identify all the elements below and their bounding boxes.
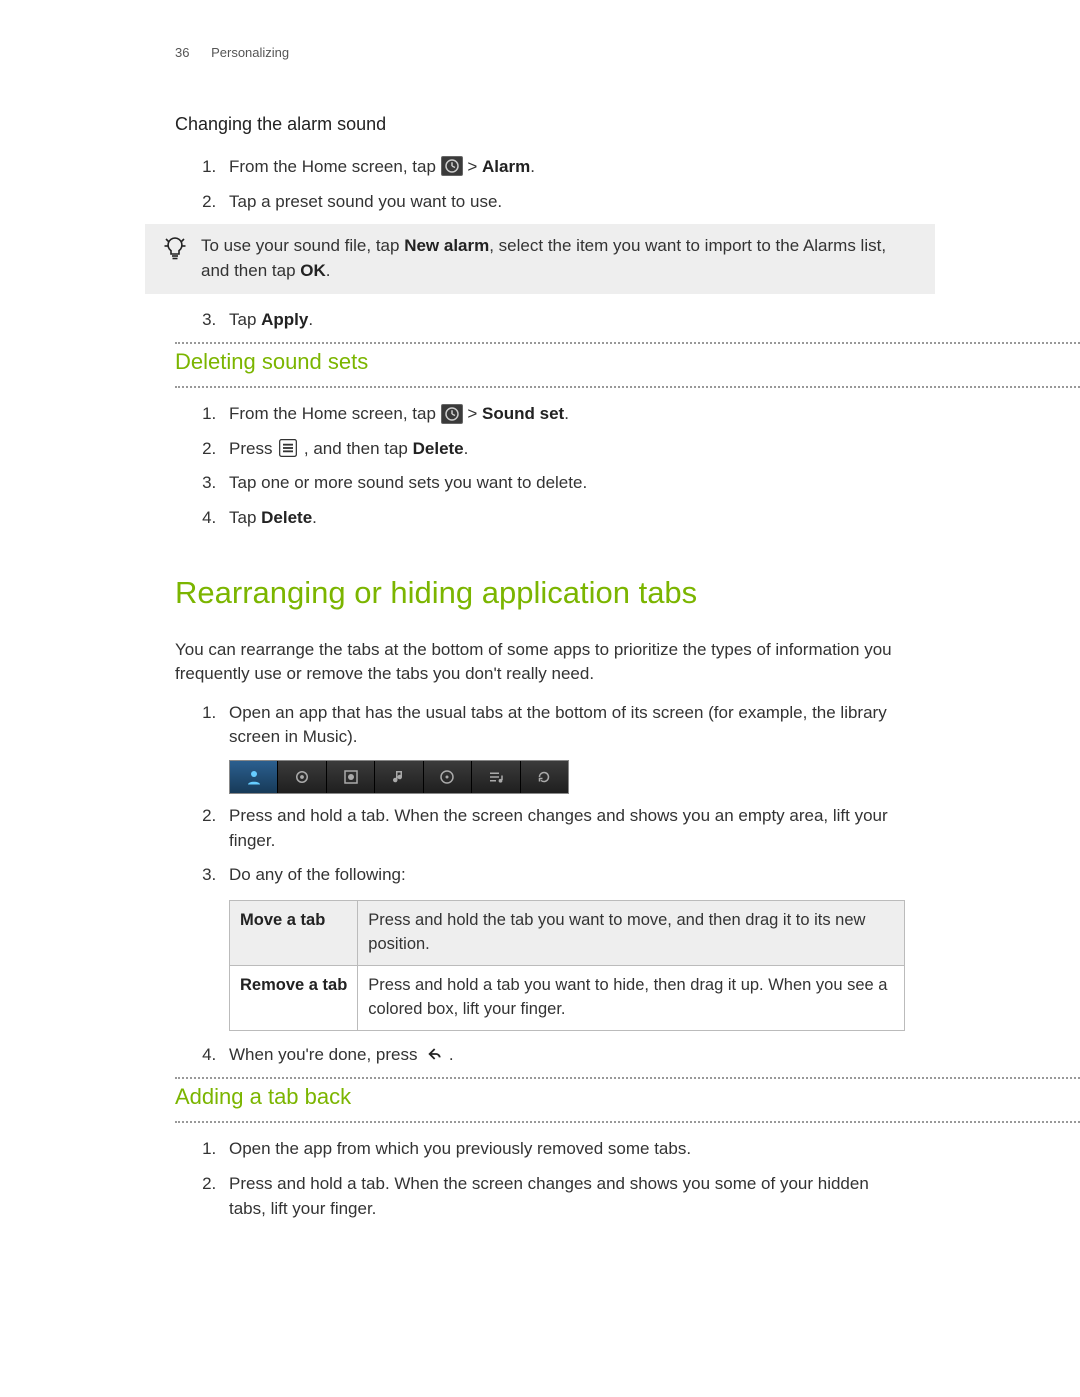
list-item: Press , and then tap Delete. (221, 437, 905, 462)
back-arrow-icon (422, 1044, 444, 1064)
list-item: Open an app that has the usual tabs at t… (221, 701, 905, 794)
tab-disc-icon (424, 761, 472, 793)
list-item: From the Home screen, tap > Alarm. (221, 155, 905, 180)
tab-strip-illustration (229, 760, 569, 794)
alarm-steps-cont: Tap Apply. (175, 308, 905, 333)
section-name: Personalizing (211, 45, 289, 60)
subsection-divider: Adding a tab back (175, 1077, 1080, 1123)
tab-music-note-icon (375, 761, 423, 793)
page-header: 36 Personalizing (175, 44, 905, 63)
subsection-divider: Deleting sound sets (175, 342, 1080, 388)
list-item: Do any of the following: Move a tab Pres… (221, 863, 905, 1030)
document-page: 36 Personalizing Changing the alarm soun… (0, 0, 1080, 1397)
clock-icon (441, 404, 463, 424)
tab-person-icon (230, 761, 278, 793)
lightbulb-icon (163, 236, 187, 272)
list-item: Open the app from which you previously r… (221, 1137, 905, 1162)
table-row: Remove a tab Press and hold a tab you wa… (230, 965, 905, 1030)
tab-refresh-icon (521, 761, 568, 793)
list-item: Tap Delete. (221, 506, 905, 531)
term-move-tab: Move a tab (230, 901, 358, 966)
tab-album-icon (327, 761, 375, 793)
table-row: Move a tab Press and hold the tab you wa… (230, 901, 905, 966)
list-item: Press and hold a tab. When the screen ch… (221, 1172, 905, 1221)
rearranging-steps: Open an app that has the usual tabs at t… (175, 701, 905, 1068)
list-item: When you're done, press . (221, 1043, 905, 1068)
action-table: Move a tab Press and hold the tab you wa… (229, 900, 905, 1031)
list-item: Tap a preset sound you want to use. (221, 190, 905, 215)
list-item: Press and hold a tab. When the screen ch… (221, 804, 905, 853)
alarm-steps: From the Home screen, tap > Alarm. Tap a… (175, 155, 905, 214)
clock-icon (441, 156, 463, 176)
subsection-title-adding: Adding a tab back (175, 1081, 1080, 1113)
tip-callout: To use your sound file, tap New alarm, s… (145, 224, 935, 293)
list-item: From the Home screen, tap > Sound set. (221, 402, 905, 427)
deleting-steps: From the Home screen, tap > Sound set. P… (175, 402, 905, 531)
list-item: Tap Apply. (221, 308, 905, 333)
menu-icon (277, 438, 299, 458)
adding-steps: Open the app from which you previously r… (175, 1137, 905, 1221)
tab-playlist-icon (472, 761, 520, 793)
term-remove-tab: Remove a tab (230, 965, 358, 1030)
subsection-title-alarm: Changing the alarm sound (175, 111, 905, 137)
tip-text: To use your sound file, tap New alarm, s… (201, 234, 915, 283)
definition: Press and hold a tab you want to hide, t… (358, 965, 905, 1030)
tab-circle-icon (278, 761, 326, 793)
definition: Press and hold the tab you want to move,… (358, 901, 905, 966)
intro-paragraph: You can rearrange the tabs at the bottom… (175, 638, 905, 687)
subsection-title-deleting: Deleting sound sets (175, 346, 1080, 378)
list-item: Tap one or more sound sets you want to d… (221, 471, 905, 496)
page-number: 36 (175, 45, 189, 60)
section-title-rearranging: Rearranging or hiding application tabs (175, 571, 905, 616)
